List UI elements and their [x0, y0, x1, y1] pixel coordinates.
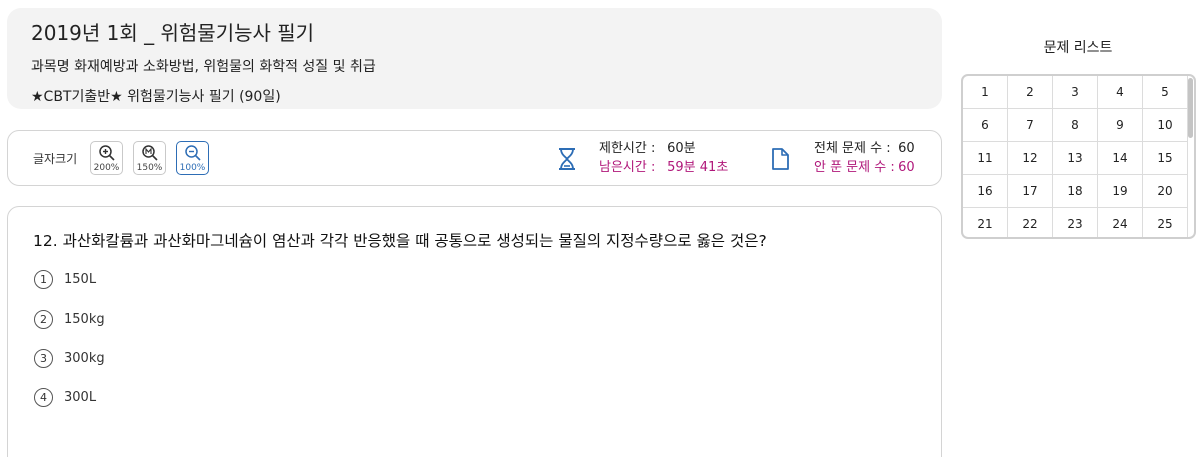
question-number-19[interactable]: 19 — [1098, 175, 1143, 208]
question-number-5[interactable]: 5 — [1143, 76, 1188, 109]
choice-3[interactable]: 3 300kg — [34, 349, 105, 368]
question-number-7[interactable]: 7 — [1008, 109, 1053, 142]
time-limit-value: 60분 — [667, 141, 696, 156]
question-number-18[interactable]: 18 — [1053, 175, 1098, 208]
unsolved-questions: 안 푼 문제 수 : 60 — [814, 158, 915, 177]
question-number-10[interactable]: 10 — [1143, 109, 1188, 142]
total-questions: 전체 문제 수 : 60 — [814, 139, 915, 158]
zoom-200-label: 200% — [93, 163, 120, 173]
total-questions-value: 60 — [898, 141, 915, 156]
zoom-150-label: 150% — [136, 163, 163, 173]
question-number-6[interactable]: 6 — [963, 109, 1008, 142]
choice-text: 300L — [64, 390, 97, 405]
question-number-14[interactable]: 14 — [1098, 142, 1143, 175]
question-panel: 12. 과산화칼륨과 과산화마그네슘이 염산과 각각 반응했을 때 공통으로 생… — [7, 206, 942, 457]
zoom-in-icon — [98, 145, 115, 161]
choice-number: 1 — [34, 270, 53, 289]
question-number-3[interactable]: 3 — [1053, 76, 1098, 109]
question-number-25[interactable]: 25 — [1143, 208, 1188, 237]
document-icon — [772, 148, 789, 170]
question-number-17[interactable]: 17 — [1008, 175, 1053, 208]
question-number-22[interactable]: 22 — [1008, 208, 1053, 237]
zoom-150-button[interactable]: 150% — [133, 141, 166, 175]
question-number-4[interactable]: 4 — [1098, 76, 1143, 109]
zoom-out-icon — [184, 145, 201, 161]
question-list-panel: 1 2 3 4 5 6 7 8 9 10 11 12 13 14 15 16 17 18 19 20 21 22 23 24 2… — [961, 74, 1196, 239]
unsolved-questions-value: 60 — [898, 160, 915, 175]
question-number-23[interactable]: 23 — [1053, 208, 1098, 237]
choice-number: 4 — [34, 388, 53, 407]
zoom-medium-icon — [141, 145, 158, 161]
time-remaining: 남은시간 : 59분 41초 — [599, 158, 728, 177]
course-name: ★CBT기출반★ 위험물기능사 필기 (90일) — [31, 89, 281, 105]
question-list-title: 문제 리스트 — [1043, 40, 1113, 56]
choice-text: 150kg — [64, 312, 105, 327]
question-number-2[interactable]: 2 — [1008, 76, 1053, 109]
exam-subject: 과목명 화재예방과 소화방법, 위험물의 화학적 성질 및 취급 — [31, 59, 376, 75]
question-list-scrollbar[interactable] — [1188, 78, 1193, 138]
question-number-24[interactable]: 24 — [1098, 208, 1143, 237]
font-size-label: 글자크기 — [33, 152, 78, 166]
exam-toolbar: 글자크기 200% 150% 100% 제한시간: 60분 남은시간: 59… — [7, 130, 942, 186]
question-number-8[interactable]: 8 — [1053, 109, 1098, 142]
zoom-200-button[interactable]: 200% — [90, 141, 123, 175]
question-number-grid: 1 2 3 4 5 6 7 8 9 10 11 12 13 14 15 16 17 18 19 20 21 22 23 24 2… — [963, 76, 1188, 237]
choice-1[interactable]: 1 150L — [34, 270, 96, 289]
choice-2[interactable]: 2 150kg — [34, 310, 105, 329]
question-number-21[interactable]: 21 — [963, 208, 1008, 237]
choice-number: 3 — [34, 349, 53, 368]
question-number-12[interactable]: 12 — [1008, 142, 1053, 175]
zoom-100-button[interactable]: 100% — [176, 141, 209, 175]
question-number-11[interactable]: 11 — [963, 142, 1008, 175]
question-number-13[interactable]: 13 — [1053, 142, 1098, 175]
question-number-16[interactable]: 16 — [963, 175, 1008, 208]
choice-number: 2 — [34, 310, 53, 329]
choice-text: 150L — [64, 272, 97, 287]
question-number-9[interactable]: 9 — [1098, 109, 1143, 142]
choice-4[interactable]: 4 300L — [34, 388, 96, 407]
total-questions-label: 전체 문제 수 : — [814, 141, 891, 156]
choice-text: 300kg — [64, 351, 105, 366]
question-number-15[interactable]: 15 — [1143, 142, 1188, 175]
question-number-20[interactable]: 20 — [1143, 175, 1188, 208]
exam-header: 2019년 1회 _ 위험물기능사 필기 과목명 화재예방과 소화방법, 위험물… — [7, 8, 942, 109]
time-info: 제한시간 : 60분 남은시간 : 59분 41초 — [599, 139, 728, 177]
question-number-1[interactable]: 1 — [963, 76, 1008, 109]
time-remaining-label: 남은시간 : — [599, 160, 656, 175]
hourglass-icon — [559, 148, 575, 170]
unsolved-questions-label: 안 푼 문제 수 : — [814, 160, 895, 175]
question-text: 12. 과산화칼륨과 과산화마그네슘이 염산과 각각 반응했을 때 공통으로 생… — [33, 232, 767, 250]
time-limit: 제한시간 : 60분 — [599, 139, 728, 158]
exam-title: 2019년 1회 _ 위험물기능사 필기 — [31, 21, 315, 45]
zoom-100-label: 100% — [179, 163, 206, 173]
time-remaining-value: 59분 41초 — [667, 160, 729, 175]
question-count-info: 전체 문제 수 : 60 안 푼 문제 수 : 60 — [814, 139, 915, 177]
time-limit-label: 제한시간 : — [599, 141, 656, 156]
